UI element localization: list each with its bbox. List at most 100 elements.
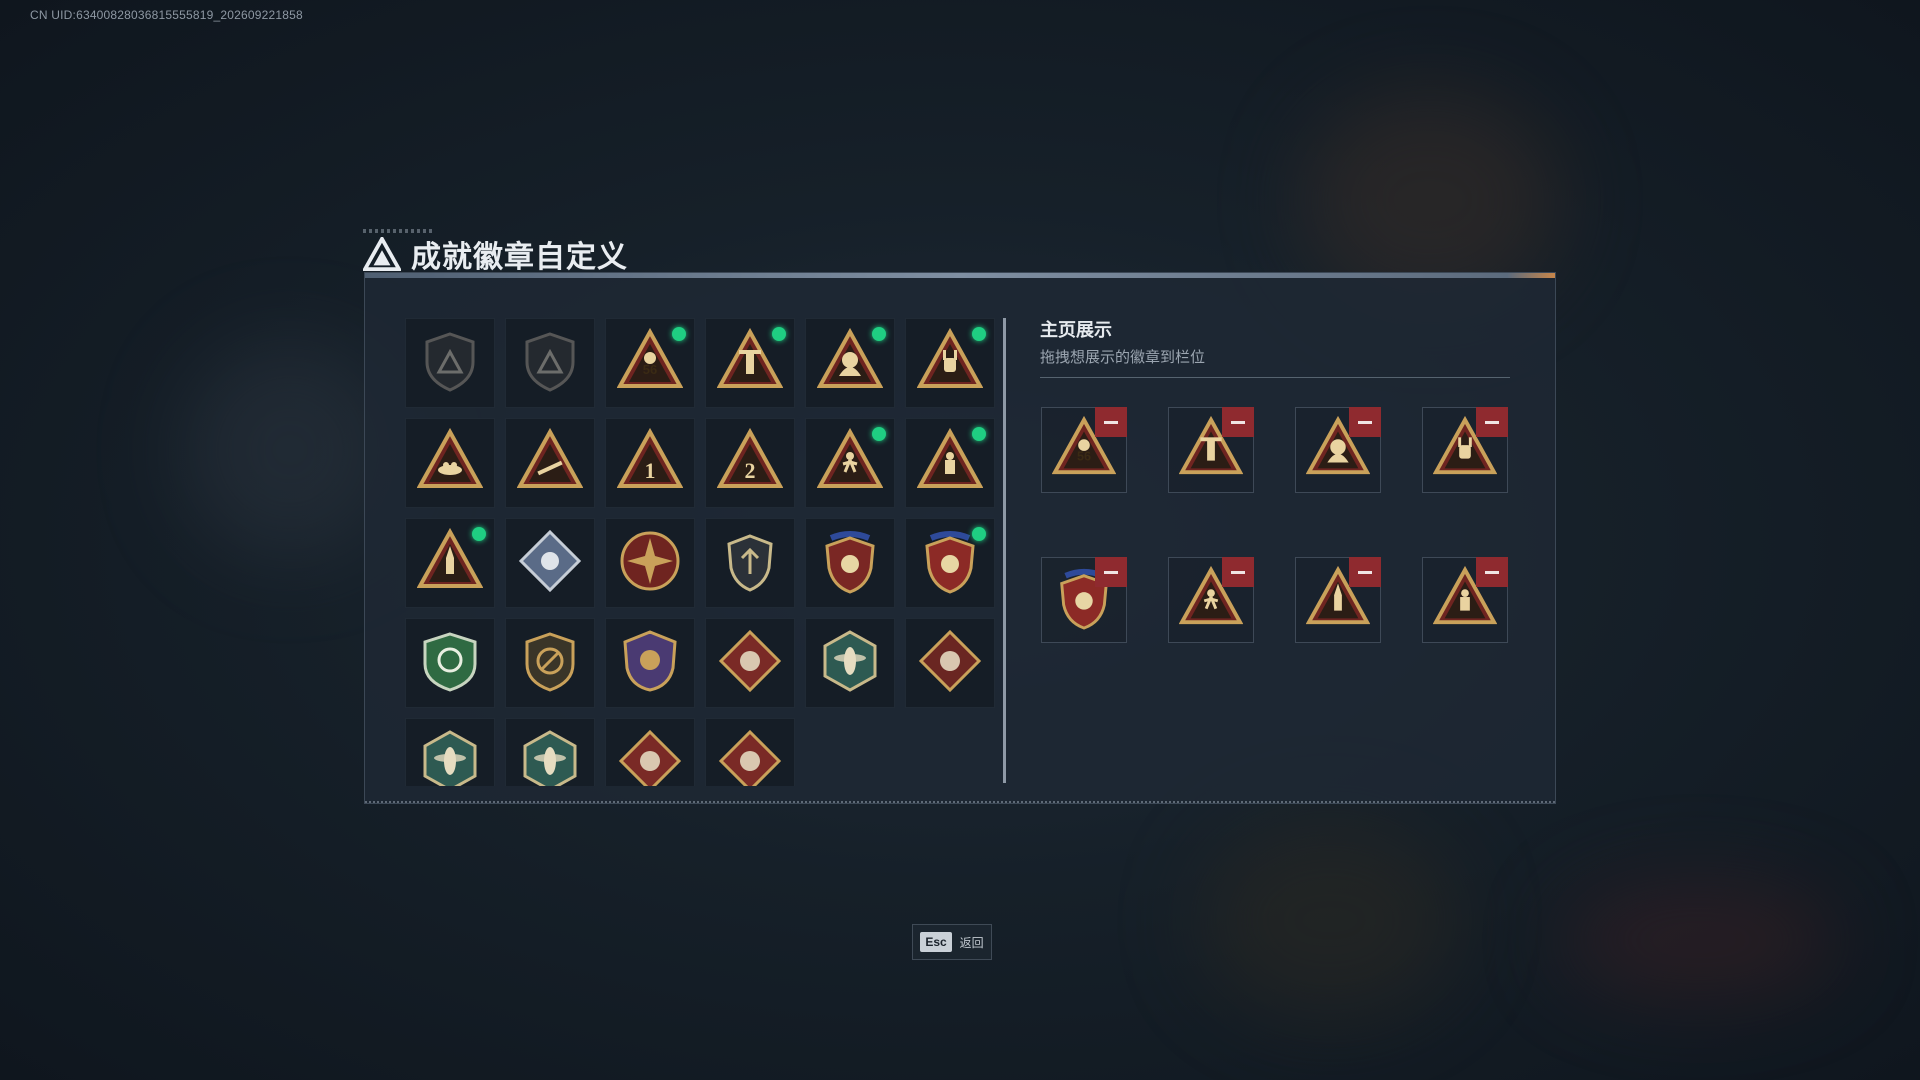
minus-icon <box>1104 570 1118 574</box>
minus-icon <box>1485 420 1499 424</box>
badge-cell-rock-hand-badge[interactable] <box>905 318 995 408</box>
badge-cell-emblem-shield-badge[interactable] <box>705 518 795 608</box>
minus-icon <box>1231 420 1245 424</box>
star-wreath-shield-badge-icon <box>817 528 883 599</box>
badge-cell-shield-triangle-badge[interactable] <box>405 318 495 408</box>
page-title: 成就徽章自定义 <box>411 241 628 274</box>
badge-cell-no-gun-shield-badge[interactable] <box>505 618 595 708</box>
scrollbar[interactable] <box>1003 318 1006 783</box>
badge-cell-runner-triangle-badge[interactable] <box>805 418 895 508</box>
showcase-slot-8[interactable] <box>1422 557 1508 643</box>
badge-cell-wasp-hexagon-badge[interactable] <box>405 718 495 786</box>
showcase-divider <box>1040 377 1510 378</box>
panel-bottom-bar <box>365 801 1555 803</box>
esc-key-icon: Esc <box>920 932 952 952</box>
wasp-hexagon-badge-icon <box>417 728 483 786</box>
svg-text:56: 56 <box>1077 449 1091 463</box>
hornet-hexagon-badge-icon <box>817 628 883 699</box>
svg-text:1: 1 <box>645 458 656 483</box>
silver-diamond-badge-icon <box>517 528 583 599</box>
showcase-subtitle: 拖拽想展示的徽章到栏位 <box>1040 349 1206 366</box>
badge-cell-compass-star-badge[interactable] <box>605 518 695 608</box>
no-gun-shield-badge-icon <box>517 628 583 699</box>
shield-triangle-badge-icon <box>417 328 483 399</box>
horse-diamond-badge-icon <box>617 728 683 786</box>
uid-text: CN UID:6340082803681555581​9_20260922185… <box>30 8 303 22</box>
minus-icon <box>1358 420 1372 424</box>
showcase-slot-1[interactable]: 56 <box>1041 407 1127 493</box>
badge-cell-wrench-diamond-badge[interactable] <box>705 718 795 786</box>
remove-badge-button[interactable] <box>1476 407 1508 437</box>
badge-cell-rifle-triangle-badge[interactable] <box>505 418 595 508</box>
new-indicator-dot <box>672 327 686 341</box>
new-indicator-dot <box>872 427 886 441</box>
showcase-slots: 56 <box>1041 407 1521 643</box>
remove-badge-button[interactable] <box>1222 557 1254 587</box>
panel-top-bar <box>365 273 1555 278</box>
number-2-badge-icon: 2 <box>716 427 784 499</box>
dragon-diamond-badge-icon <box>917 628 983 699</box>
remove-badge-button[interactable] <box>1476 557 1508 587</box>
new-indicator-dot <box>972 527 986 541</box>
purple-gold-crest-badge-icon <box>617 628 683 699</box>
minus-icon <box>1358 570 1372 574</box>
wolf-diamond-badge-icon <box>717 628 783 699</box>
rifle-triangle-badge-icon <box>516 427 584 499</box>
new-indicator-dot <box>472 527 486 541</box>
showcase-slot-7[interactable] <box>1295 557 1381 643</box>
page-header: 成就徽章自定义 <box>363 232 628 276</box>
badge-cell-helicopter-shield-badge[interactable] <box>505 318 595 408</box>
showcase-slot-3[interactable] <box>1295 407 1381 493</box>
green-crosshair-shield-badge-icon <box>417 628 483 699</box>
remove-badge-button[interactable] <box>1349 407 1381 437</box>
remove-badge-button[interactable] <box>1222 407 1254 437</box>
minus-icon <box>1104 420 1118 424</box>
badge-cell-dragon-diamond-badge[interactable] <box>905 618 995 708</box>
remove-badge-button[interactable] <box>1095 557 1127 587</box>
badge-cell-nest-triangle-badge[interactable] <box>405 418 495 508</box>
dragonfly-hexagon-badge-icon <box>517 728 583 786</box>
compass-star-badge-icon <box>617 528 683 599</box>
showcase-slot-4[interactable] <box>1422 407 1508 493</box>
showcase-header: 主页展示 拖拽想展示的徽章到栏位 <box>1040 316 1515 378</box>
remove-badge-button[interactable] <box>1095 407 1127 437</box>
badge-cell-wolf-diamond-badge[interactable] <box>705 618 795 708</box>
emblem-shield-badge-icon <box>717 528 783 599</box>
badge-cell-tower-triangle-badge[interactable] <box>705 318 795 408</box>
new-indicator-dot <box>772 327 786 341</box>
nest-triangle-badge-icon <box>416 427 484 499</box>
new-indicator-dot <box>972 427 986 441</box>
badge-cell-silver-diamond-badge[interactable] <box>505 518 595 608</box>
badge-cell-hooded-figure-badge[interactable] <box>805 318 895 408</box>
wrench-diamond-badge-icon <box>717 728 783 786</box>
badge-cell-horse-diamond-badge[interactable] <box>605 718 695 786</box>
svg-text:56: 56 <box>643 362 657 377</box>
minus-icon <box>1485 570 1499 574</box>
showcase-slot-5[interactable] <box>1041 557 1127 643</box>
badge-grid: 56 1 2 <box>405 318 1005 786</box>
back-button[interactable]: Esc 返回 <box>912 924 992 960</box>
badge-cell-rocket-triangle-badge[interactable] <box>405 518 495 608</box>
number-1-badge-icon: 1 <box>616 427 684 499</box>
svg-text:2: 2 <box>745 458 756 483</box>
badge-cell-hornet-hexagon-badge[interactable] <box>805 618 895 708</box>
remove-badge-button[interactable] <box>1349 557 1381 587</box>
helicopter-shield-badge-icon <box>517 328 583 399</box>
badge-cell-star-wreath-red-badge[interactable] <box>905 518 995 608</box>
back-label: 返回 <box>959 935 984 950</box>
badge-cell-green-crosshair-shield-badge[interactable] <box>405 618 495 708</box>
badge-cell-star-wreath-shield-badge[interactable] <box>805 518 895 608</box>
showcase-slot-6[interactable] <box>1168 557 1254 643</box>
showcase-title: 主页展示 <box>1040 320 1112 340</box>
minus-icon <box>1231 570 1245 574</box>
new-indicator-dot <box>872 327 886 341</box>
badge-cell-number-2-badge[interactable]: 2 <box>705 418 795 508</box>
badge-cell-number-1-badge[interactable]: 1 <box>605 418 695 508</box>
showcase-slot-2[interactable] <box>1168 407 1254 493</box>
badge-cell-purple-gold-crest-badge[interactable] <box>605 618 695 708</box>
badge-panel: 56 1 2 主页展示 拖拽想展示的徽章到栏位 56 <box>364 272 1556 804</box>
badge-cell-dragonfly-hexagon-badge[interactable] <box>505 718 595 786</box>
badge-cell-number-56-badge[interactable]: 56 <box>605 318 695 408</box>
badge-cell-soldier-triangle-badge[interactable] <box>905 418 995 508</box>
triangle-logo-icon <box>363 237 401 271</box>
